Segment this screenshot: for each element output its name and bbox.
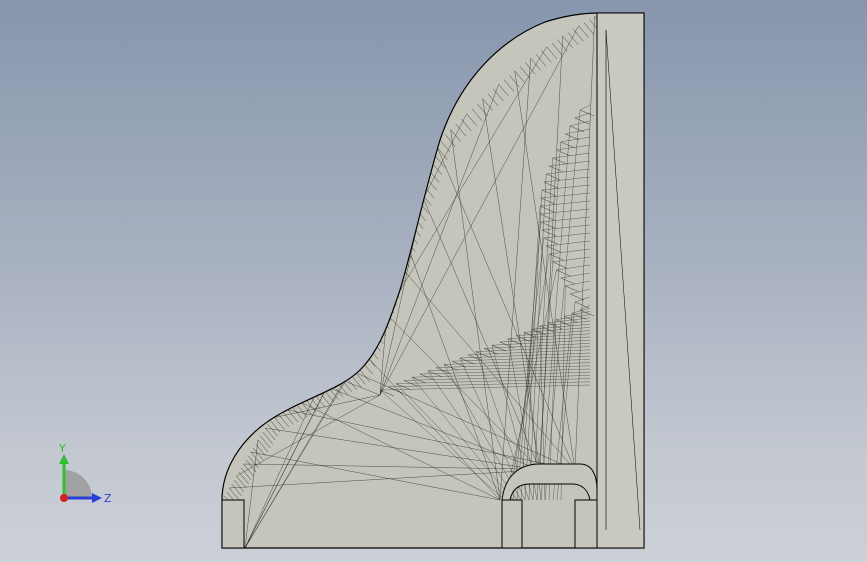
right-plate [596, 12, 645, 549]
middle-foot [501, 499, 523, 549]
y-axis-label: Y [58, 442, 66, 455]
y-axis-arrowhead [59, 454, 69, 464]
z-axis-arrowhead [92, 493, 102, 503]
model-part-mesh[interactable] [0, 0, 867, 562]
orientation-triad[interactable]: Y Z [50, 440, 120, 510]
right-foot [574, 499, 598, 549]
z-axis-label: Z [104, 492, 112, 505]
x-axis-dot [60, 494, 68, 502]
graphics-viewport[interactable]: Y Z [0, 0, 867, 562]
triad-shade [64, 470, 92, 498]
left-foot [221, 499, 245, 549]
